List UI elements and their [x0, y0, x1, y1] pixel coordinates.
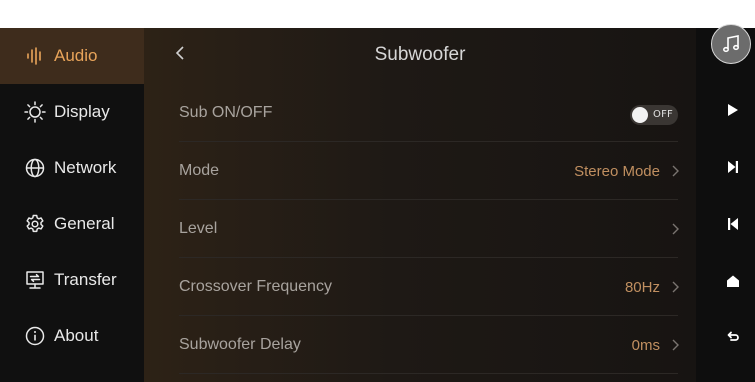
panel-header: Subwoofer [144, 28, 696, 84]
sidebar-item-label: Transfer [54, 270, 117, 289]
top-bar [0, 0, 755, 28]
sidebar-item-label: About [54, 326, 99, 345]
sidebar: Audio Display Network General Transfer A… [0, 28, 144, 382]
sidebar-item-general[interactable]: General [0, 196, 144, 252]
now-playing-button[interactable] [711, 24, 751, 64]
setting-value: 0ms [631, 336, 660, 354]
toggle-state-text: OFF [653, 109, 673, 120]
previous-track-button[interactable] [724, 215, 742, 233]
chevron-right-icon [672, 281, 679, 293]
home-button[interactable] [724, 272, 742, 290]
page-title: Subwoofer [374, 44, 466, 65]
sidebar-item-audio[interactable]: Audio [0, 28, 144, 84]
return-button[interactable] [724, 327, 742, 345]
setting-label: Sub ON/OFF [179, 104, 273, 121]
sidebar-item-transfer[interactable]: Transfer [0, 252, 144, 308]
settings-panel: Subwoofer Sub ON/OFF OFF Mode Stereo Mod… [144, 28, 696, 382]
setting-row-level[interactable]: Level [144, 200, 696, 258]
audio-wave-icon [24, 45, 46, 67]
gear-icon [24, 213, 46, 235]
sidebar-item-label: Audio [54, 46, 98, 65]
sun-icon [24, 101, 46, 123]
sidebar-item-label: Network [54, 158, 117, 177]
music-note-icon [722, 35, 740, 53]
home-icon [727, 275, 739, 287]
play-icon [728, 104, 738, 116]
next-track-icon [728, 161, 738, 173]
sidebar-item-display[interactable]: Display [0, 84, 144, 140]
sub-toggle[interactable]: OFF [630, 105, 678, 125]
setting-label: Crossover Frequency [179, 278, 332, 295]
chevron-right-icon [672, 339, 679, 351]
sidebar-item-label: Display [54, 102, 110, 121]
next-track-button[interactable] [724, 158, 742, 176]
setting-row-subwoofer-delay[interactable]: Subwoofer Delay 0ms [144, 316, 696, 374]
transfer-icon [24, 269, 46, 291]
row-divider [179, 373, 678, 374]
globe-icon [24, 157, 46, 179]
setting-value: Stereo Mode [574, 162, 660, 180]
sidebar-item-network[interactable]: Network [0, 140, 144, 196]
setting-label: Mode [179, 162, 220, 179]
setting-row-crossover-frequency[interactable]: Crossover Frequency 80Hz [144, 258, 696, 316]
toggle-knob [632, 107, 648, 123]
sidebar-item-about[interactable]: About [0, 308, 144, 364]
sidebar-item-label: General [54, 214, 115, 233]
setting-label: Level [179, 220, 218, 237]
setting-value: 80Hz [624, 278, 660, 296]
setting-label: Subwoofer Delay [179, 336, 301, 353]
chevron-right-icon [672, 165, 679, 177]
setting-row-mode[interactable]: Mode Stereo Mode [144, 142, 696, 200]
previous-track-icon [728, 218, 738, 230]
return-icon [727, 331, 739, 341]
setting-row-sub-onoff[interactable]: Sub ON/OFF OFF [144, 84, 696, 142]
info-icon [24, 325, 46, 347]
chevron-right-icon [672, 223, 679, 235]
play-button[interactable] [724, 101, 742, 119]
